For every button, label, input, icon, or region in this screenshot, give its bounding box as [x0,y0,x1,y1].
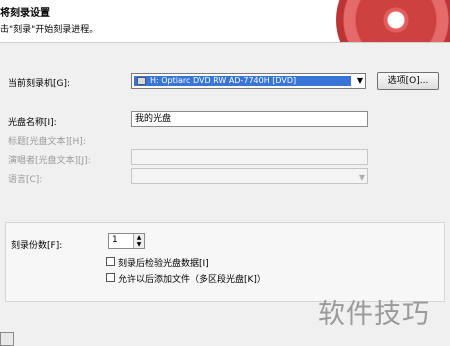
copies-label: 刻录份数[F]: [11,241,63,251]
verify-label: 刻录后检验光盘数据[I] [118,259,209,269]
chevron-down-icon[interactable]: ▼ [357,76,363,85]
language-label: 语言[C]: [8,175,43,185]
copies-stepper[interactable]: 1 ▲ ▼ [108,233,145,249]
burn-setup-page: { "header": { "title": "将刻录设置", "subtitl… [0,0,450,346]
burn-options-group [5,222,445,302]
recorder-value: H: Optiarc DVD RW AD-7740H [DVD] [150,76,297,85]
wizard-header: 将刻录设置 击"刻录"开始刻录进程。 [0,0,450,43]
language-select[interactable]: ▼ [131,168,368,184]
spin-down-icon[interactable]: ▼ [134,241,144,248]
multisession-checkbox[interactable] [106,273,115,282]
title-cdtext-label: 标题[光盘文本][H]: [8,137,86,147]
disc-name-input[interactable]: 我的光盘 [131,111,368,127]
spin-up-icon[interactable]: ▲ [134,234,144,241]
watermark: 软件技巧 [318,299,430,330]
options-button[interactable]: 选项[O]... [377,72,439,90]
page-title: 将刻录设置 [0,8,50,19]
chevron-down-icon[interactable]: ▼ [359,171,365,185]
disc-graphic-icon [336,0,450,42]
disc-name-label: 光盘名称[I]: [8,118,57,128]
page-subtitle: 击"刻录"开始刻录进程。 [0,25,99,35]
recorder-label: 当前刻录机[G]: [8,79,71,89]
performer-input[interactable] [131,149,368,165]
performer-cdtext-label: 演唱者[光盘文本][J]: [8,156,91,166]
copies-value: 1 [112,235,118,245]
verify-checkbox[interactable] [106,257,115,266]
drive-icon [137,77,146,85]
recorder-select[interactable]: H: Optiarc DVD RW AD-7740H [DVD] ▼ [131,73,366,89]
multisession-label: 允许以后添加文件（多区段光盘[K]） [118,275,266,285]
